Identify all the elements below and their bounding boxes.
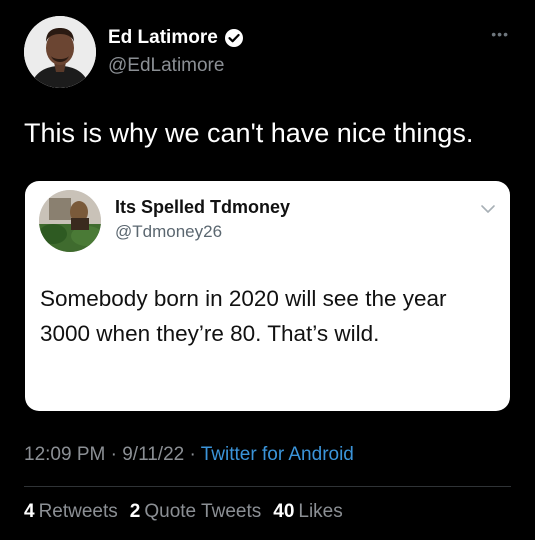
more-options-icon[interactable]: ••• (491, 26, 509, 42)
retweets-label: Retweets (38, 501, 118, 522)
quoted-author-handle[interactable]: @Tdmoney26 (115, 222, 222, 242)
author-avatar[interactable] (24, 16, 96, 88)
tweet-date[interactable]: 9/11/22 (122, 444, 184, 465)
tweet-source-link[interactable]: Twitter for Android (201, 444, 354, 465)
quote-tweets-label: Quote Tweets (144, 501, 262, 522)
tweet: Ed Latimore @EdLatimore ••• This is why … (0, 0, 535, 540)
author-name-row: Ed Latimore (108, 27, 244, 49)
chevron-down-icon[interactable] (480, 201, 496, 217)
author-handle[interactable]: @EdLatimore (108, 55, 224, 77)
author-avatar-image (24, 16, 96, 88)
quoted-author-avatar[interactable] (39, 190, 101, 252)
divider (24, 486, 511, 487)
retweets-stat[interactable]: 4 Retweets (24, 501, 118, 523)
author-display-name[interactable]: Ed Latimore (108, 27, 218, 49)
quote-tweets-stat[interactable]: 2 Quote Tweets (130, 501, 261, 523)
meta-separator: · (110, 444, 117, 465)
verified-badge-icon (224, 28, 244, 48)
quote-tweets-count: 2 (129, 501, 141, 522)
tweet-meta: 12:09 PM · 9/11/22 · Twitter for Android (24, 444, 354, 466)
likes-stat[interactable]: 40 Likes (273, 501, 343, 523)
likes-count: 40 (273, 501, 295, 522)
quoted-tweet-card[interactable]: Its Spelled Tdmoney @Tdmoney26 Somebody … (25, 181, 510, 411)
tweet-text: This is why we can't have nice things. (24, 118, 474, 148)
tweet-time[interactable]: 12:09 PM (24, 444, 105, 465)
tweet-stats: 4 Retweets 2 Quote Tweets 40 Likes (24, 501, 343, 523)
quoted-author-avatar-image (39, 190, 101, 252)
quoted-tweet-text: Somebody born in 2020 will see the year … (40, 286, 447, 346)
likes-label: Likes (298, 501, 343, 522)
quoted-author-display-name[interactable]: Its Spelled Tdmoney (115, 197, 290, 218)
meta-separator: · (189, 444, 196, 465)
retweets-count: 4 (24, 501, 35, 522)
